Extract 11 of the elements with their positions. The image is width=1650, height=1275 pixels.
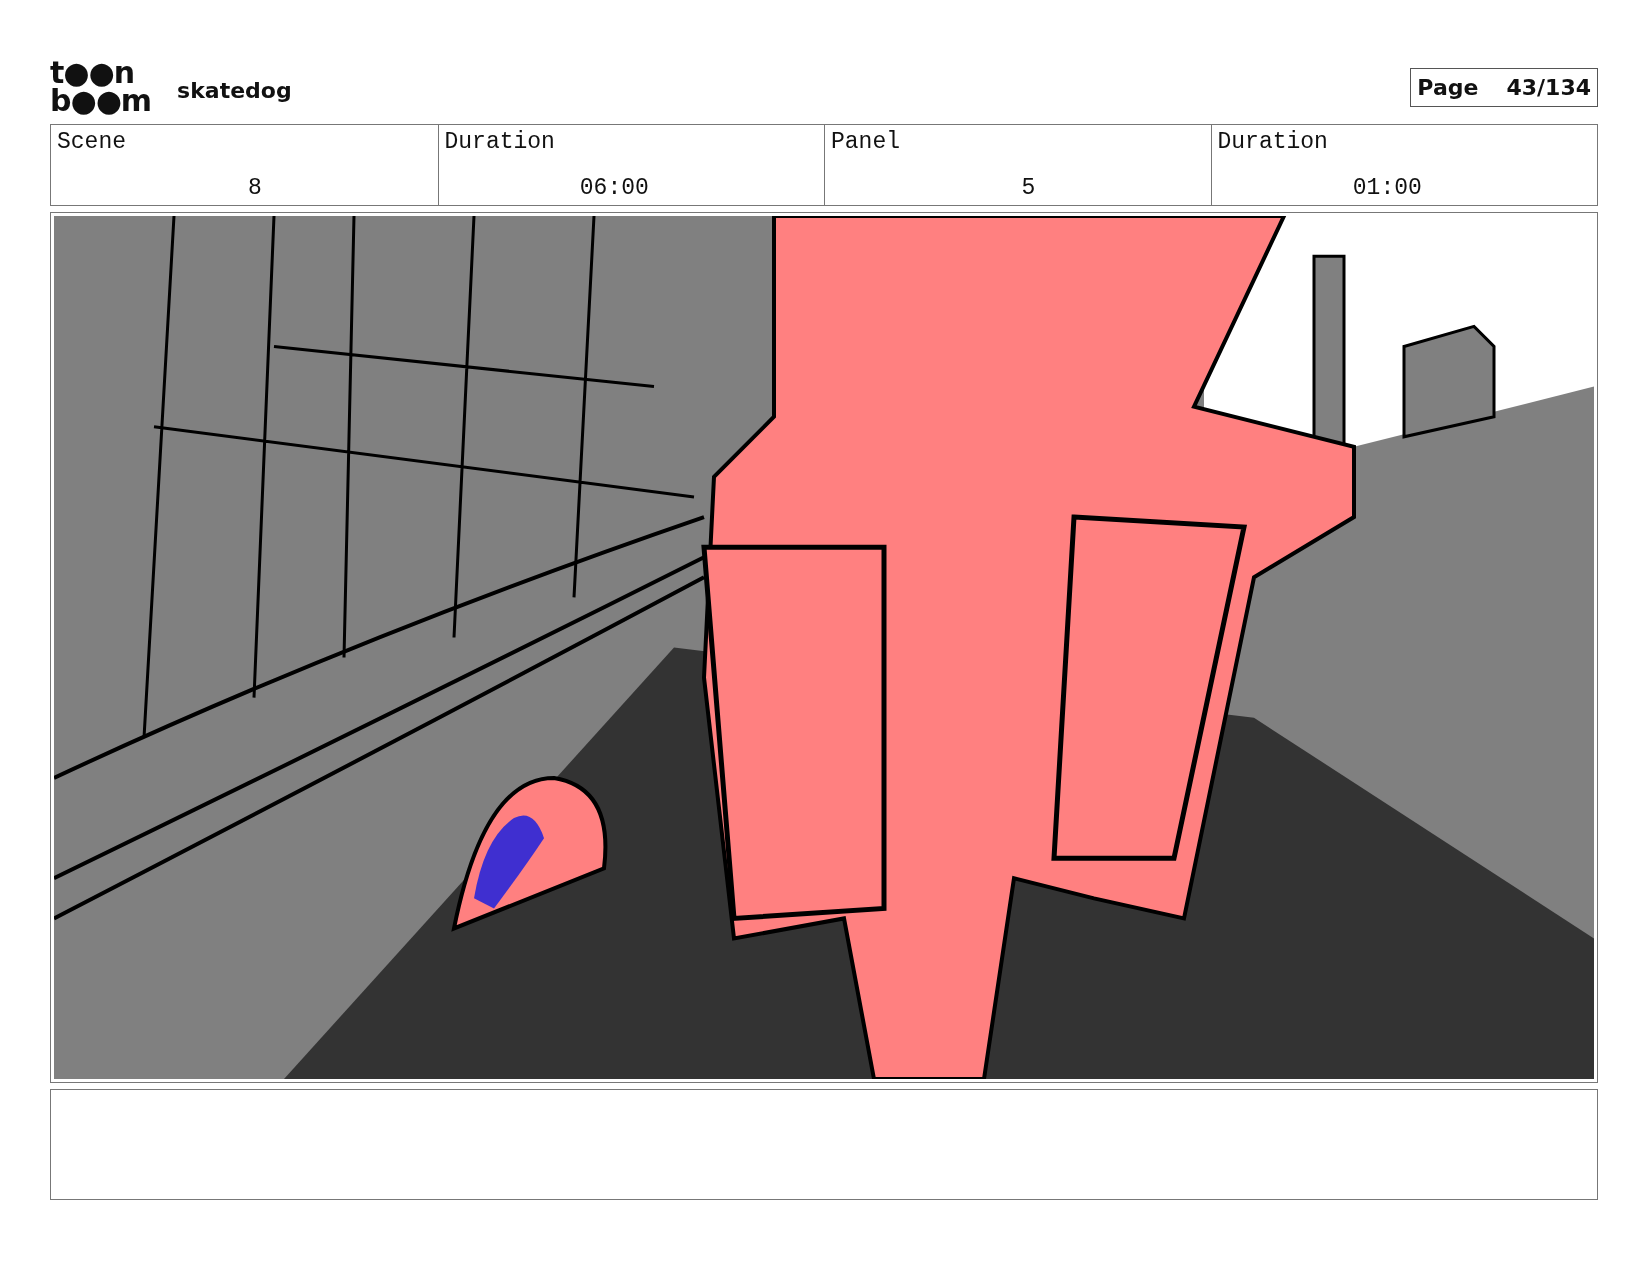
field-value: 01:00 (1351, 175, 1423, 201)
logo: t●●n b●●m (50, 59, 152, 115)
page-counter: Page 43/134 (1410, 67, 1598, 107)
field-value: 5 (1020, 175, 1037, 201)
field-value: 8 (247, 175, 263, 201)
project-title: skatedog (177, 77, 292, 103)
field-label: Duration (444, 129, 555, 155)
field-value: 06:00 (578, 175, 650, 201)
field-label: Panel (831, 129, 900, 155)
field-label: Duration (1217, 129, 1328, 155)
field-label: Scene (57, 129, 126, 155)
